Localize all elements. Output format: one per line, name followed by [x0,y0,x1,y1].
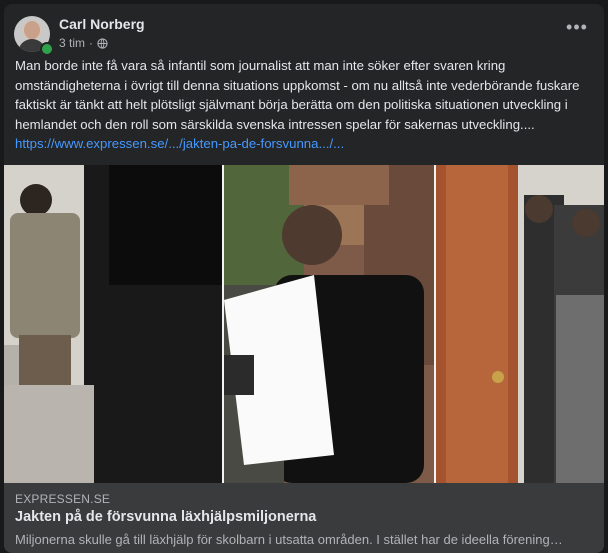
post-link[interactable]: https://www.expressen.se/.../jakten-pa-d… [15,136,344,151]
preview-description: Miljonerna skulle gå till läxhjälp för s… [15,532,563,547]
preview-title[interactable]: Jakten på de försvunna läxhjälpsmiljoner… [15,509,316,525]
post-text: Man borde inte få vara så infantil som j… [15,58,580,132]
post-card: Carl Norberg 3 tim · ••• Man borde inte … [4,4,604,553]
right-photo-illustration [436,165,604,483]
post-meta: 3 tim · [59,36,108,50]
photo-panel-right [436,165,604,483]
author-name[interactable]: Carl Norberg [59,16,145,32]
meta-separator: · [89,36,94,50]
more-options-icon[interactable]: ••• [562,18,592,42]
left-photo-illustration [4,165,222,483]
photo-panel-left [4,165,222,483]
link-preview-image[interactable] [4,165,604,483]
center-photo-illustration [224,165,434,483]
online-status-icon [40,42,54,56]
avatar-face [24,21,40,39]
preview-domain: EXPRESSEN.SE [15,492,111,506]
globe-icon [97,37,108,49]
post-header: Carl Norberg 3 tim · ••• [14,16,594,56]
link-preview-footer[interactable]: EXPRESSEN.SE Jakten på de försvunna läxh… [4,483,604,553]
photo-panel-center [224,165,434,483]
post-time[interactable]: 3 tim [59,36,85,50]
